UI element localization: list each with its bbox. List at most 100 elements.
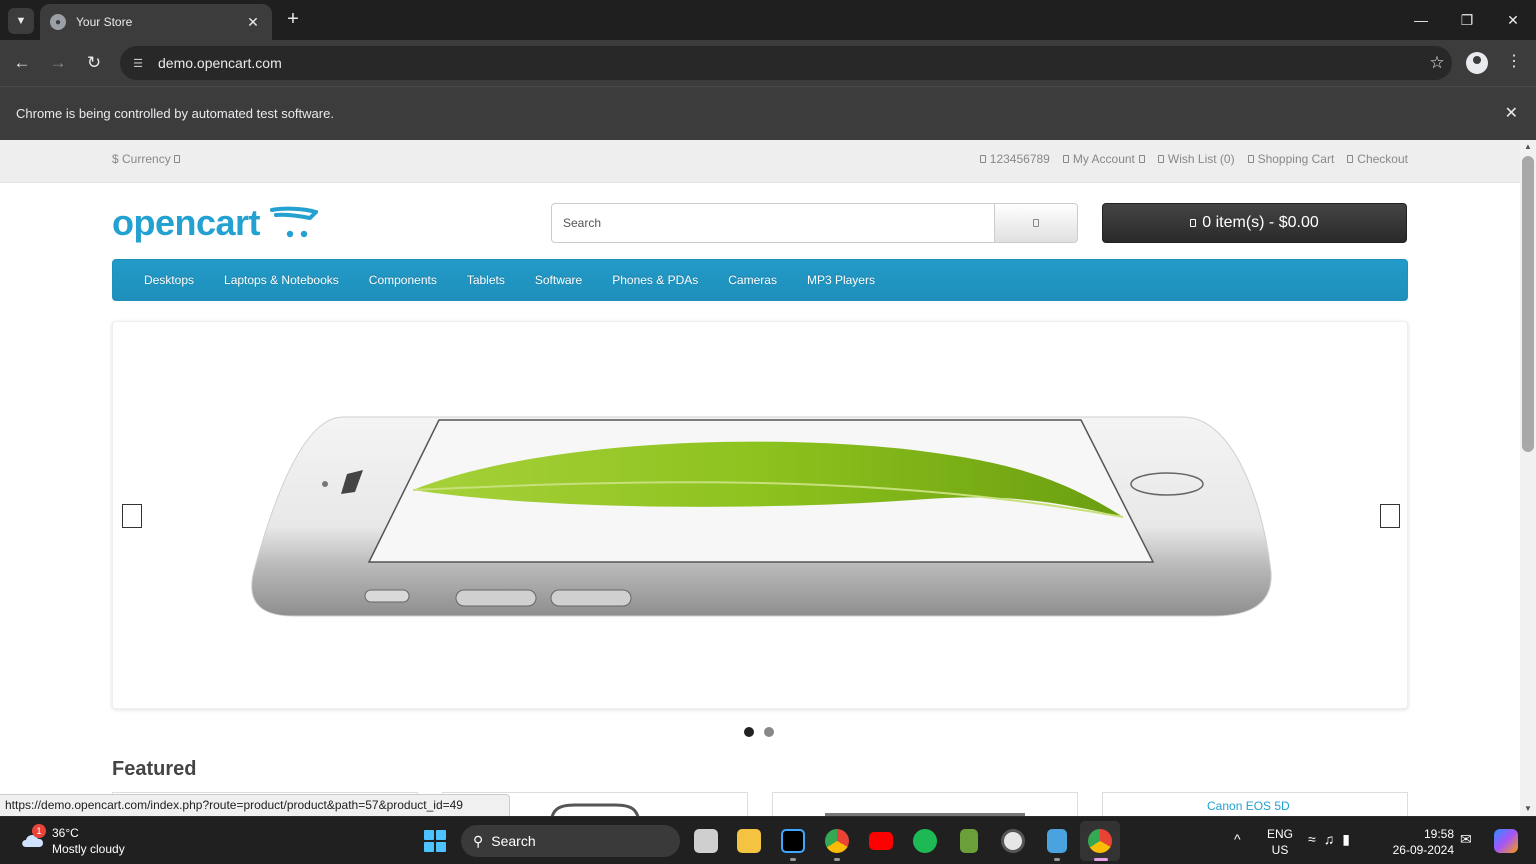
status-bar-url: https://demo.opencart.com/index.php?rout… — [0, 794, 510, 816]
notification-icon[interactable]: ✉ — [1460, 831, 1472, 848]
menu-item-components[interactable]: Components — [354, 273, 452, 287]
taskbar-search[interactable]: ⚲ Search — [461, 825, 680, 857]
broken-image-alt[interactable]: Canon EOS 5D — [1207, 799, 1290, 813]
pager-dot-1[interactable] — [744, 727, 754, 737]
my-account-link[interactable]: My Account — [1062, 152, 1145, 166]
menu-item-software[interactable]: Software — [520, 273, 597, 287]
cart-icon — [1190, 219, 1197, 227]
checkout-link[interactable]: Checkout — [1347, 152, 1408, 166]
profile-icon[interactable] — [1466, 52, 1488, 74]
wifi-icon[interactable]: ≈ — [1308, 831, 1316, 848]
wish-list-label: Wish List (0) — [1167, 152, 1235, 166]
page-scrollbar[interactable]: ▲ ▼ — [1520, 140, 1536, 816]
logo-text: opencart — [112, 202, 261, 243]
page-viewport: $ Currency 123456789 My Account Wish Lis… — [0, 140, 1520, 816]
new-tab-button[interactable]: + — [282, 8, 304, 30]
infobar-message: Chrome is being controlled by automated … — [16, 106, 334, 121]
spotify-icon[interactable] — [913, 829, 937, 853]
restore-icon[interactable]: ❐ — [1444, 0, 1490, 40]
chrome-icon[interactable] — [1088, 829, 1112, 853]
weather-temp[interactable]: 36°C — [52, 826, 79, 840]
browser-tab[interactable]: ● Your Store ✕ — [40, 4, 272, 40]
logo-cart-icon — [270, 206, 318, 238]
heart-icon — [1157, 155, 1164, 163]
volume-icon[interactable]: ♫ — [1324, 831, 1335, 848]
address-bar[interactable]: ☰ demo.opencart.com ☆ — [120, 46, 1452, 80]
store-logo[interactable]: opencart — [112, 200, 322, 248]
close-window-icon[interactable]: ✕ — [1490, 0, 1536, 40]
browser-toolbar: ← → ↻ ☰ demo.opencart.com ☆ ⋮ — [0, 40, 1536, 86]
menu-item-cameras[interactable]: Cameras — [713, 273, 792, 287]
shopping-cart-link[interactable]: Shopping Cart — [1247, 152, 1335, 166]
slide-next-icon[interactable] — [1380, 504, 1400, 528]
battery-icon[interactable]: ▮ — [1342, 831, 1350, 848]
search-input[interactable] — [551, 203, 995, 243]
windows-start-icon[interactable] — [424, 830, 446, 852]
search-group — [551, 203, 1078, 243]
menu-item-laptops[interactable]: Laptops & Notebooks — [209, 273, 354, 287]
slideshow-pager — [744, 727, 774, 737]
cart-button-label: 0 item(s) - $0.00 — [1202, 214, 1319, 231]
product-card[interactable] — [772, 792, 1078, 816]
reload-icon[interactable]: ↻ — [81, 50, 107, 76]
chess-icon[interactable] — [960, 829, 978, 853]
infobar-close-icon[interactable]: ✕ — [1505, 103, 1518, 123]
slide-prev-icon[interactable] — [122, 504, 142, 528]
taskbar: 1 36°C Mostly cloudy ⚲ Search ^ ENG US ≈… — [0, 816, 1536, 864]
lang-line-2: US — [1271, 843, 1289, 857]
globe-icon: ● — [50, 14, 66, 30]
menu-item-mp3-players[interactable]: MP3 Players — [792, 273, 890, 287]
currency-label: $ Currency — [112, 152, 171, 166]
back-icon[interactable]: ← — [9, 50, 35, 76]
category-menu: Desktops Laptops & Notebooks Components … — [112, 259, 1408, 301]
tray-chevron-icon[interactable]: ^ — [1234, 831, 1241, 847]
active-indicator — [1094, 858, 1108, 861]
notepad-icon[interactable] — [1047, 829, 1067, 853]
intellij-icon[interactable] — [781, 829, 805, 853]
currency-dropdown[interactable]: $ Currency — [112, 152, 181, 166]
youtube-icon[interactable] — [869, 832, 893, 850]
running-indicator — [1054, 858, 1060, 861]
system-clock[interactable]: 19:58 26-09-2024 — [1384, 826, 1454, 858]
bookmark-star-icon[interactable]: ☆ — [1422, 53, 1452, 73]
shopping-cart-label: Shopping Cart — [1257, 152, 1335, 166]
weather-desc[interactable]: Mostly cloudy — [52, 842, 125, 856]
tab-close-icon[interactable]: ✕ — [244, 14, 262, 31]
file-explorer-icon[interactable] — [737, 829, 761, 853]
scroll-up-icon[interactable]: ▲ — [1520, 140, 1536, 154]
phone-label: 123456789 — [989, 152, 1050, 166]
product-card[interactable]: Canon EOS 5D — [1102, 792, 1408, 816]
cart-button[interactable]: 0 item(s) - $0.00 — [1102, 203, 1407, 243]
tray-icons: ≈ ♫ ▮ — [1308, 831, 1350, 848]
share-icon — [1347, 155, 1354, 163]
copilot-icon[interactable] — [1494, 829, 1518, 853]
minimize-icon[interactable]: — — [1398, 0, 1444, 40]
user-icon — [1062, 155, 1069, 163]
search-button[interactable] — [995, 203, 1078, 243]
menu-item-phones[interactable]: Phones & PDAs — [597, 273, 713, 287]
top-links: 123456789 My Account Wish List (0) Shopp… — [979, 152, 1408, 166]
scroll-down-icon[interactable]: ▼ — [1520, 802, 1536, 816]
menu-item-tablets[interactable]: Tablets — [452, 273, 520, 287]
automation-infobar: Chrome is being controlled by automated … — [0, 86, 1536, 140]
language-indicator[interactable]: ENG US — [1267, 826, 1293, 858]
window-controls: — ❐ ✕ — [1398, 0, 1536, 40]
chrome-menu-icon[interactable]: ⋮ — [1504, 51, 1524, 75]
site-info-icon[interactable]: ☰ — [130, 55, 146, 71]
chrome-icon[interactable] — [825, 829, 849, 853]
tab-search-icon[interactable]: ▼ — [8, 8, 34, 34]
wish-list-link[interactable]: Wish List (0) — [1157, 152, 1235, 166]
url-text[interactable]: demo.opencart.com — [158, 55, 1422, 71]
scroll-thumb[interactable] — [1522, 156, 1534, 452]
pager-dot-2[interactable] — [764, 727, 774, 737]
slideshow[interactable] — [112, 321, 1408, 709]
running-indicator — [790, 858, 796, 861]
store-top-bar: $ Currency 123456789 My Account Wish Lis… — [0, 140, 1520, 183]
task-view-icon[interactable] — [694, 829, 718, 853]
tab-strip: ▼ ● Your Store ✕ + — ❐ ✕ — [0, 0, 1536, 40]
forward-icon[interactable]: → — [45, 50, 71, 76]
menu-item-desktops[interactable]: Desktops — [129, 273, 209, 287]
clock-app-icon[interactable] — [1001, 829, 1025, 853]
phone-link[interactable]: 123456789 — [979, 152, 1050, 166]
checkout-label: Checkout — [1357, 152, 1408, 166]
